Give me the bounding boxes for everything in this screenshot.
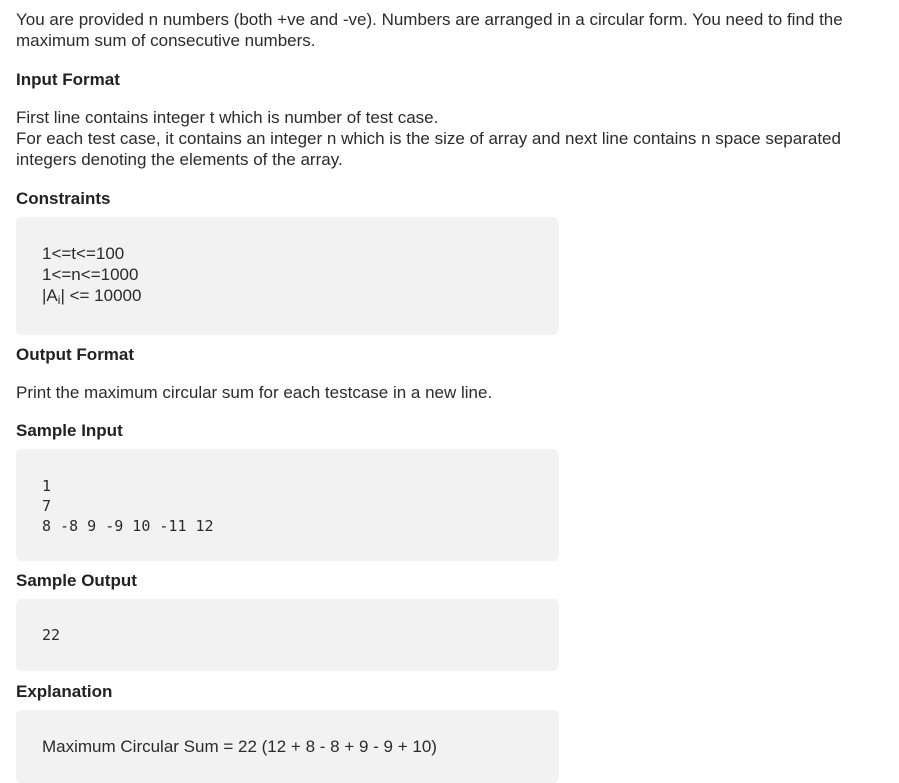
sample-input-heading: Sample Input <box>16 421 123 440</box>
input-format-heading: Input Format <box>16 70 120 89</box>
sample-input-line: 8 -8 9 -9 10 -11 12 <box>42 517 214 535</box>
output-format-heading: Output Format <box>16 345 135 364</box>
intro-line-1: You are provided n numbers (both +ve and… <box>16 10 843 29</box>
explanation-text: Maximum Circular Sum = 22 (12 + 8 - 8 + … <box>42 737 437 756</box>
sample-input-box: 1 7 8 -8 9 -9 10 -11 12 <box>16 449 559 561</box>
explanation-heading: Explanation <box>16 682 113 701</box>
sample-output-box: 22 <box>16 599 559 671</box>
input-format-body: First line contains integer t which is n… <box>16 107 892 170</box>
constraint-n: 1<=n<=1000 <box>42 265 139 284</box>
constraint-a-prefix: |A <box>42 286 58 305</box>
sample-input-line: 7 <box>42 497 52 515</box>
constraint-t: 1<=t<=100 <box>42 244 125 263</box>
sample-output-line: 22 <box>42 626 61 644</box>
input-format-line-3: integers denoting the elements of the ar… <box>16 150 343 169</box>
intro-paragraph: You are provided n numbers (both +ve and… <box>16 9 892 51</box>
explanation-box: Maximum Circular Sum = 22 (12 + 8 - 8 + … <box>16 710 559 783</box>
constraint-a: |Ai| <= 10000 <box>42 285 559 311</box>
constraints-box: 1<=t<=100 1<=n<=1000 |Ai| <= 10000 <box>16 217 559 335</box>
constraints-heading: Constraints <box>16 189 111 208</box>
sample-input-line: 1 <box>42 477 52 495</box>
intro-line-2: maximum sum of consecutive numbers. <box>16 31 316 50</box>
problem-statement: You are provided n numbers (both +ve and… <box>16 9 892 783</box>
input-format-line-1: First line contains integer t which is n… <box>16 108 439 127</box>
sample-output-heading: Sample Output <box>16 571 137 590</box>
output-format-text: Print the maximum circular sum for each … <box>16 383 493 402</box>
input-format-line-2: For each test case, it contains an integ… <box>16 129 841 148</box>
constraint-a-suffix: | <= 10000 <box>60 286 142 305</box>
